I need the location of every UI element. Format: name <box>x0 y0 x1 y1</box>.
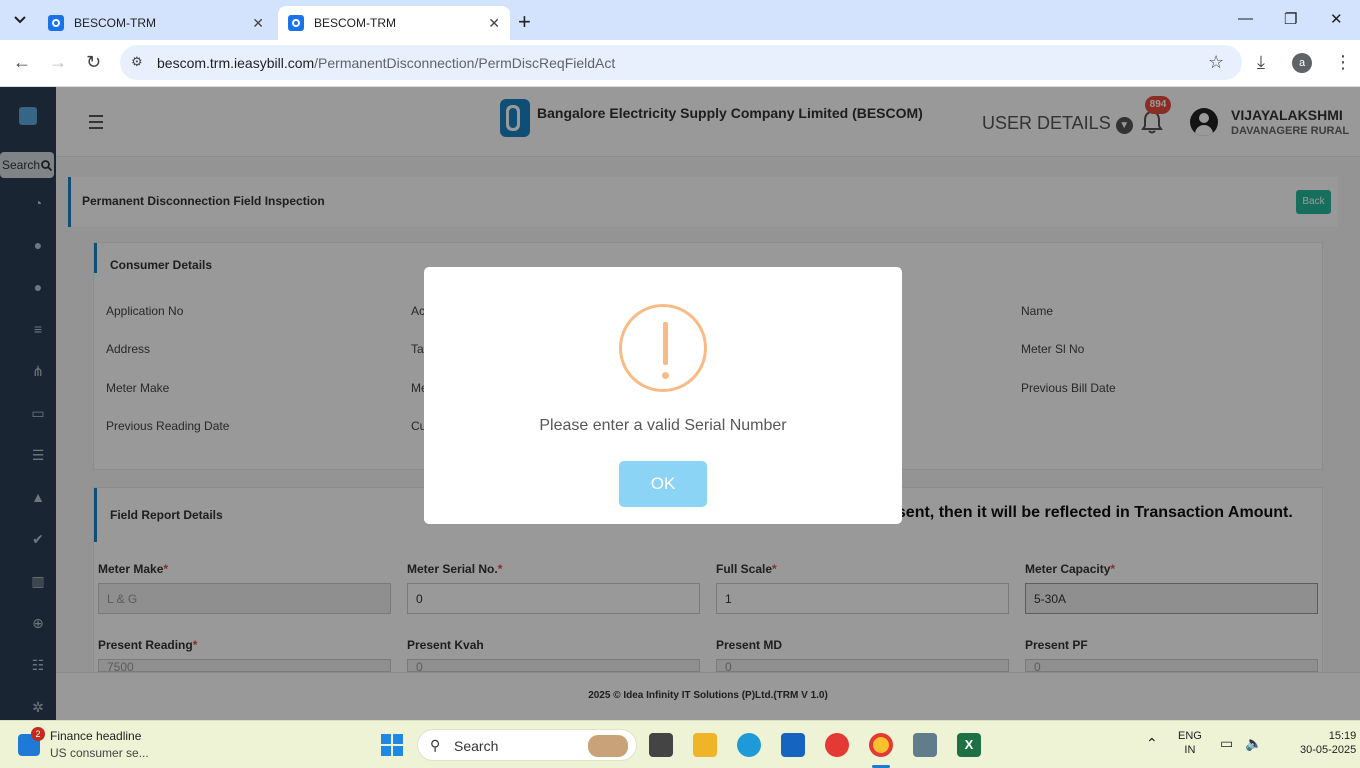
forward-arrow-icon[interactable]: → <box>49 52 67 73</box>
clock-date: 30-05-2025 <box>1300 744 1357 756</box>
close-icon[interactable]: ✕ <box>252 15 264 32</box>
bescom-favicon-icon <box>288 15 304 31</box>
chrome-icon[interactable] <box>869 733 893 757</box>
alert-dialog: Please enter a valid Serial Number OK <box>424 267 902 524</box>
clock-time: 15:19 <box>1328 730 1357 742</box>
search-icon: ⚲ <box>430 737 441 753</box>
windows-start-icon[interactable] <box>381 734 403 756</box>
search-highlight-icon <box>588 735 628 757</box>
bookmark-star-icon[interactable]: ☆ <box>1208 52 1224 73</box>
url-host: bescom.trm.ieasybill.com <box>157 54 315 71</box>
lang-2: IN <box>1184 744 1196 756</box>
new-tab-button[interactable]: + <box>518 9 531 35</box>
browser-tab-strip: BESCOM-TRM ✕ BESCOM-TRM ✕ + — ❐ ✕ <box>0 0 1360 40</box>
warning-icon <box>619 304 707 392</box>
news-subline[interactable]: US consumer se... <box>50 746 149 760</box>
address-bar[interactable]: bescom.trm.ieasybill.com/PermanentDiscon… <box>120 45 1242 80</box>
url-path: /PermanentDisconnection/PermDiscReqField… <box>314 54 616 71</box>
browser-menu-icon[interactable]: ⋮ <box>1334 52 1352 73</box>
restore-icon[interactable]: ❐ <box>1284 10 1297 28</box>
browser-tab-active[interactable]: BESCOM-TRM ✕ <box>278 6 510 40</box>
taskbar-search-label: Search <box>454 738 499 754</box>
lang-1: ENG <box>1178 730 1202 742</box>
browser-tab[interactable]: BESCOM-TRM ✕ <box>38 6 274 40</box>
taskbar-search[interactable]: ⚲ Search <box>417 729 637 761</box>
minimize-icon[interactable]: — <box>1238 10 1253 27</box>
calculator-icon[interactable] <box>913 733 937 757</box>
reload-icon[interactable]: ↻ <box>86 52 101 73</box>
volume-icon[interactable]: 🔈 <box>1245 735 1262 752</box>
network-icon[interactable]: ▭ <box>1220 735 1233 752</box>
app-icon[interactable] <box>825 733 849 757</box>
chevron-down-icon <box>14 16 26 24</box>
widgets-badge: 2 <box>31 727 45 741</box>
close-icon[interactable]: ✕ <box>488 15 500 32</box>
browser-toolbar: ← → ↻ bescom.trm.ieasybill.com/Permanent… <box>0 40 1360 87</box>
profile-avatar[interactable]: a <box>1292 53 1312 73</box>
store-icon[interactable] <box>781 733 805 757</box>
download-icon[interactable]: ⤓ <box>1257 52 1265 73</box>
edge-icon[interactable] <box>737 733 761 757</box>
news-headline[interactable]: Finance headline <box>50 729 141 743</box>
back-arrow-icon[interactable]: ← <box>13 52 31 73</box>
window-close-icon[interactable]: ✕ <box>1330 10 1343 28</box>
tab-search-button[interactable] <box>8 8 32 32</box>
task-view-icon[interactable] <box>649 733 673 757</box>
clock[interactable]: 15:19 30-05-2025 <box>1300 730 1356 756</box>
language-indicator[interactable]: ENG IN <box>1178 730 1202 756</box>
bescom-favicon-icon <box>48 15 64 31</box>
excel-icon[interactable]: X <box>957 733 981 757</box>
ok-button[interactable]: OK <box>619 461 707 507</box>
dialog-message: Please enter a valid Serial Number <box>539 417 787 434</box>
tab-title: BESCOM-TRM <box>314 16 396 30</box>
site-info-icon[interactable]: ⚙ <box>131 54 143 70</box>
file-explorer-icon[interactable] <box>693 733 717 757</box>
tab-title: BESCOM-TRM <box>74 16 156 30</box>
taskbar: 2 Finance headline US consumer se... ⚲ S… <box>0 720 1360 768</box>
chevron-up-icon[interactable]: ⌃ <box>1146 735 1158 752</box>
